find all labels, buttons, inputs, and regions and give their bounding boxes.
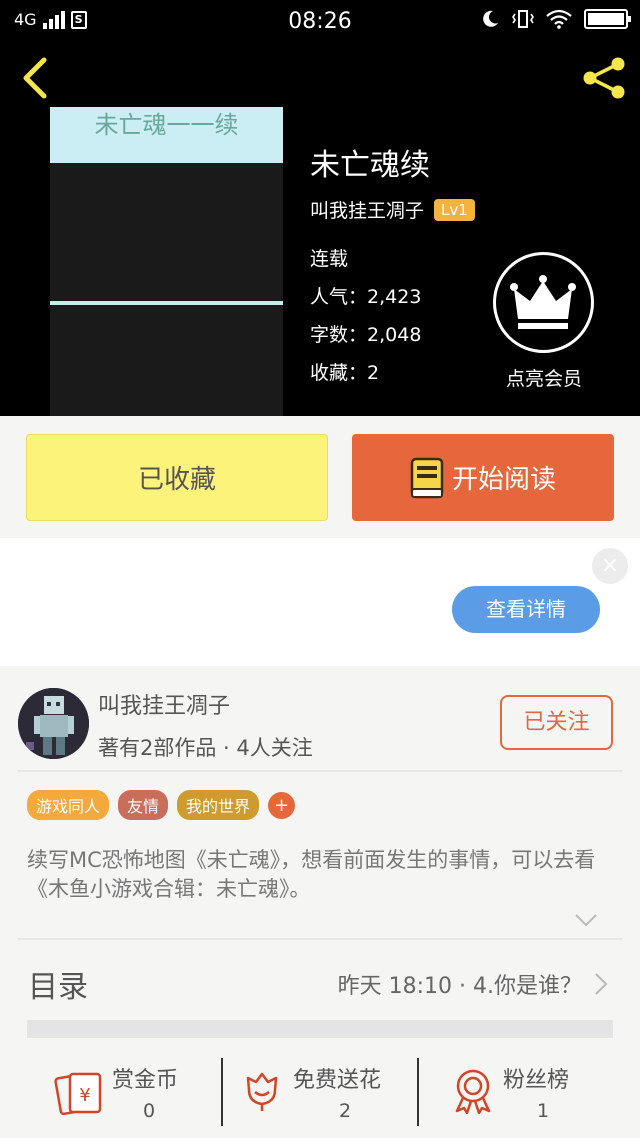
tag-list: 游戏同人 友情 我的世界 +	[27, 790, 296, 820]
crown-icon	[510, 275, 576, 329]
words-value: 2,048	[367, 324, 422, 346]
words-label: 字数：	[310, 324, 368, 346]
action-row: 已收藏 开始阅读	[0, 416, 640, 538]
follow-button[interactable]: 已关注	[500, 695, 613, 750]
cover-title: 未亡魂一一续	[50, 107, 283, 163]
reward-coins-button[interactable]: ¥ 赏金币 0	[0, 1050, 220, 1138]
flower-icon	[246, 1072, 278, 1111]
book-icon	[410, 457, 444, 498]
author-row: 叫我挂王凋子 Lv1	[310, 196, 475, 223]
back-icon[interactable]	[18, 56, 52, 100]
book-author[interactable]: 叫我挂王凋子	[310, 196, 424, 223]
medal-icon	[455, 1069, 491, 1114]
author-name[interactable]: 叫我挂王凋子	[98, 688, 230, 720]
popularity-value: 2,423	[367, 286, 422, 308]
fans-count: 1	[537, 1100, 550, 1122]
chevron-down-icon[interactable]	[574, 912, 598, 928]
wifi-icon	[546, 9, 572, 29]
serial-status: 连载	[310, 248, 349, 270]
flower-label: 免费送花	[293, 1068, 382, 1093]
moon-icon	[483, 10, 498, 27]
fan-ranking-button[interactable]: 粉丝榜 1	[419, 1050, 640, 1138]
send-flower-button[interactable]: 免费送花 2	[223, 1050, 417, 1138]
red-envelope-icon: ¥	[54, 1072, 102, 1116]
share-icon[interactable]	[580, 54, 628, 102]
cover-line	[50, 301, 283, 305]
reward-count: 0	[143, 1100, 156, 1122]
start-reading-button[interactable]: 开始阅读	[352, 434, 614, 521]
favorites-value: 2	[367, 362, 380, 384]
flower-count: 2	[339, 1100, 352, 1122]
latest-chapter: 昨天 18:10 · 4.你是谁？	[337, 974, 582, 999]
vip-button[interactable]	[493, 252, 594, 353]
favorites-stat: 收藏：2	[310, 358, 379, 385]
book-title: 未亡魂续	[310, 148, 430, 183]
book-description: 续写MC恐怖地图《未亡魂》，想看前面发生的事情，可以去看《木鱼小游戏合辑：未亡魂…	[27, 848, 596, 901]
avatar[interactable]	[18, 688, 89, 759]
reward-label: 赏金币	[112, 1068, 179, 1093]
fans-label: 粉丝榜	[503, 1068, 570, 1093]
chevron-right-icon	[595, 973, 608, 995]
divider	[18, 938, 622, 940]
status-right	[480, 9, 631, 29]
table-of-contents[interactable]: 目录 昨天 18:10 · 4.你是谁？	[0, 942, 640, 1022]
close-icon[interactable]: ×	[592, 548, 628, 584]
start-reading-label: 开始阅读	[451, 465, 556, 495]
vip-label[interactable]: 点亮会员	[488, 364, 600, 391]
ad-banner: × 查看详情	[0, 538, 640, 666]
favorites-label: 收藏：	[310, 362, 368, 384]
add-tag-button[interactable]: +	[268, 791, 296, 819]
toc-title: 目录	[28, 970, 88, 1005]
progress-bar	[27, 1020, 613, 1038]
battery-icon	[584, 9, 631, 29]
book-cover: 未亡魂一一续	[50, 107, 283, 416]
avatar-image	[18, 688, 89, 759]
svg-text:¥: ¥	[79, 1085, 90, 1106]
view-details-button[interactable]: 查看详情	[452, 586, 600, 633]
popularity-stat: 人气：2,423	[310, 282, 421, 309]
vibrate-icon	[512, 10, 534, 28]
divider	[18, 770, 622, 772]
collected-button[interactable]: 已收藏	[26, 434, 328, 521]
level-badge: Lv1	[434, 198, 475, 221]
book-header: 未亡魂一一续 未亡魂续 叫我挂王凋子 Lv1 连载 人气：2,423 字数：2,…	[0, 44, 640, 416]
bottom-actions: ¥ 赏金币 0 免费送花 2 粉丝榜 1	[0, 1050, 640, 1138]
tag-minecraft[interactable]: 我的世界	[177, 790, 260, 820]
words-stat: 字数：2,048	[310, 320, 421, 347]
author-stats: 著有2部作品 · 4人关注	[98, 736, 313, 760]
tag-friendship[interactable]: 友情	[118, 790, 169, 820]
author-card: 叫我挂王凋子 著有2部作品 · 4人关注 已关注	[0, 666, 640, 770]
tag-game-fanfic[interactable]: 游戏同人	[27, 790, 110, 820]
status-bar: 4G S 08:26	[0, 0, 640, 44]
popularity-label: 人气：	[310, 286, 368, 308]
